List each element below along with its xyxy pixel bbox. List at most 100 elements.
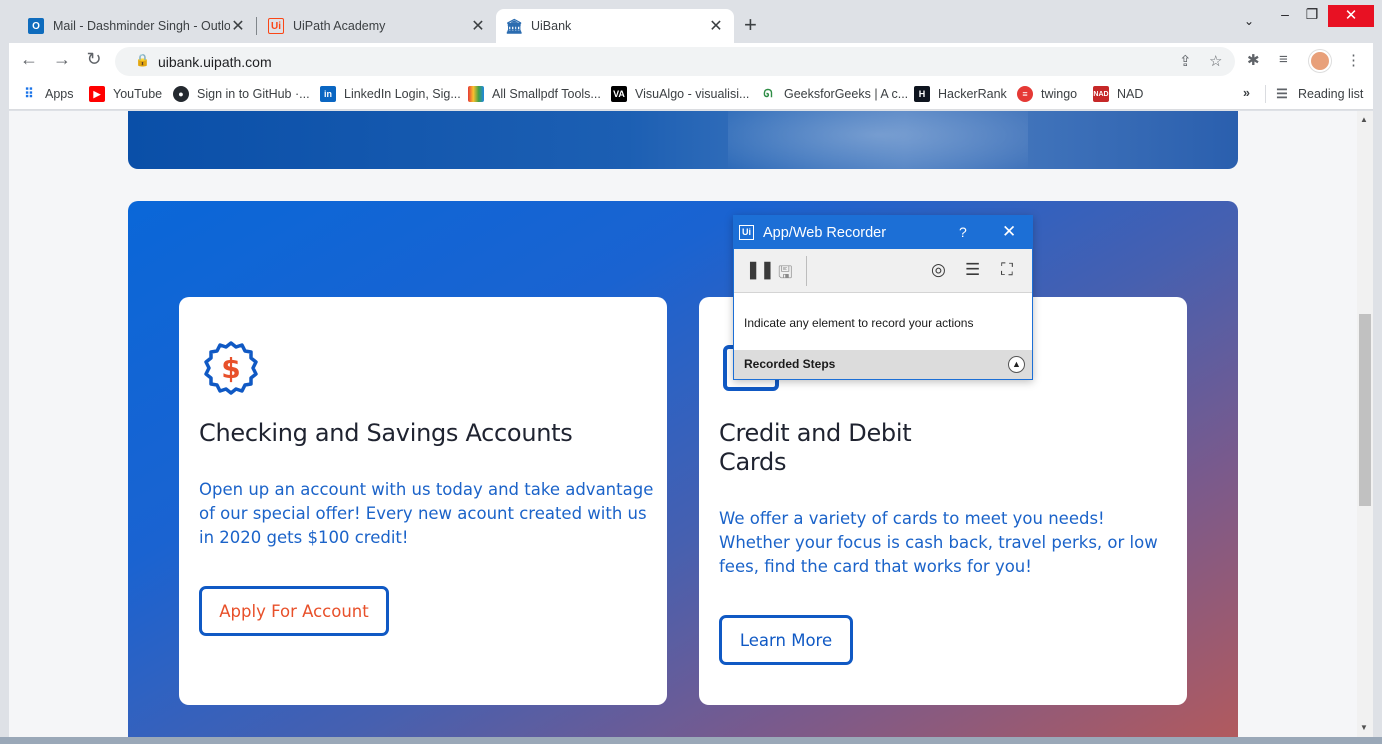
dollar-badge-icon: $ [204,341,258,395]
bookmark-star-icon[interactable]: ☆ [1209,52,1222,70]
recorder-body: Indicate any element to record your acti… [734,293,1032,350]
bookmark-label: All Smallpdf Tools... [492,87,601,101]
tab-uipath-academy[interactable]: Ui UiPath Academy ✕ [258,9,496,43]
twingo-icon: ≡ [1017,86,1033,102]
smallpdf-icon [468,86,484,102]
apps-grid-icon: ⠿ [24,86,34,101]
hackerrank-icon: H [914,86,930,102]
tab-search-icon[interactable]: ⌄ [1234,14,1264,28]
reading-list-button[interactable]: ☰ Reading list [1274,86,1363,102]
help-button[interactable]: ? [959,224,967,240]
bookmark-label: Reading list [1298,87,1364,101]
share-icon[interactable]: ⇪ [1179,52,1192,70]
uipath-logo-icon: Ui [739,225,754,240]
bookmark-label: YouTube [113,87,163,101]
youtube-icon: ▶ [89,86,105,102]
close-icon[interactable]: ✕ [708,16,724,36]
card-title: Checking and Savings Accounts [199,419,573,447]
recorded-steps-bar[interactable]: Recorded Steps ▲ [734,350,1032,379]
save-icon[interactable]: 🖫 [778,260,792,289]
accounts-card: $ Checking and Savings Accounts Open up … [179,297,667,705]
pause-icon[interactable]: ❚❚ [746,260,775,280]
bookmark-youtube[interactable]: ▶ YouTube [89,86,162,102]
recorder-title-bar: Ui App/Web Recorder ? ✕ [734,216,1032,249]
bookmark-smallpdf[interactable]: All Smallpdf Tools... [468,86,601,102]
scroll-up-icon[interactable]: ▲ [1360,115,1368,124]
scroll-down-icon[interactable]: ▼ [1360,723,1368,732]
tab-separator [256,17,257,35]
restore-button[interactable]: ❐ [1297,6,1327,23]
bookmark-twingo[interactable]: ≡ twingo [1017,86,1077,102]
learn-more-button[interactable]: Learn More [719,615,853,665]
bookmark-label: LinkedIn Login, Sig... [344,87,461,101]
card-description: We offer a variety of cards to meet you … [719,509,1158,576]
bookmark-hackerrank[interactable]: H HackerRank [914,86,1007,102]
url-text: uibank.uipath.com [158,54,272,70]
more-bookmarks-button[interactable]: » [1243,86,1250,100]
recorder-hint: Indicate any element to record your acti… [744,316,974,330]
uipath-icon: Ui [268,18,284,34]
recorded-steps-label: Recorded Steps [744,357,836,371]
browser-toolbar: ← → ↻ 🔒 uibank.uipath.com ⇪ ☆ ✱ ≡ ⋮ [9,43,1373,79]
bookmark-linkedin[interactable]: in LinkedIn Login, Sig... [320,86,461,102]
web-page: $ Checking and Savings Accounts Open up … [9,111,1357,737]
outlook-icon: O [28,18,44,34]
back-button[interactable]: ← [17,49,41,70]
new-tab-button[interactable]: + [744,14,757,36]
avatar[interactable] [1309,50,1331,72]
github-icon: ● [173,86,189,102]
services-panel: $ Checking and Savings Accounts Open up … [128,201,1238,737]
linkedin-icon: in [320,86,336,102]
extensions-icon[interactable]: ✱ [1247,51,1260,69]
bookmark-visualgo[interactable]: VA VisuAlgo - visualisi... [611,86,749,102]
taskbar [0,737,1382,744]
lock-icon: 🔒 [135,53,150,67]
bookmark-label: Sign in to GitHub ·... [197,87,310,101]
visualgo-icon: VA [611,86,627,102]
bookmark-apps[interactable]: ⠿ Apps [21,86,73,102]
recorder-title: App/Web Recorder [763,225,887,241]
recorder-window: Ui App/Web Recorder ? ✕ ❚❚ 🖫 ◎ ☰ ⛶ Indic… [733,215,1033,380]
window-frame [0,43,9,737]
window-close-button[interactable]: ✕ [1328,5,1374,27]
svg-text:$: $ [221,352,240,385]
close-icon[interactable]: ✕ [230,16,246,36]
tab-title: Mail - Dashminder Singh - Outlo [53,19,230,33]
forward-button[interactable]: → [50,49,74,70]
tab-uibank[interactable]: 🏛 UiBank ✕ [496,9,734,43]
recorder-toolbar: ❚❚ 🖫 ◎ ☰ ⛶ [734,249,1032,293]
bookmark-separator [1265,85,1266,103]
bookmark-label: NAD [1117,87,1144,101]
card-title-line: Cards [719,448,787,476]
hero-banner [128,111,1238,169]
address-bar[interactable]: 🔒 uibank.uipath.com ⇪ ☆ [115,47,1235,76]
tab-title: UiBank [531,19,572,33]
bookmark-github[interactable]: ● Sign in to GitHub ·... [173,86,310,102]
window-frame [1373,43,1382,737]
scrollbar-thumb[interactable] [1359,314,1371,506]
chevron-up-icon[interactable]: ▲ [1008,356,1025,373]
bookmarks-bar: ⠿ Apps ▶ YouTube ● Sign in to GitHub ·..… [9,79,1373,110]
screen-capture-icon[interactable]: ⛶ [1001,260,1013,280]
target-icon[interactable]: ◎ [931,260,946,280]
bookmark-nad[interactable]: NAD NAD [1093,86,1143,102]
checklist-icon[interactable]: ☰ [965,260,980,280]
recorder-close-button[interactable]: ✕ [1002,222,1016,242]
page-scrollbar[interactable]: ▲ ▼ [1357,111,1373,737]
tab-strip: O Mail - Dashminder Singh - Outlo ✕ Ui U… [0,0,1382,43]
bookmark-label: HackerRank [938,87,1007,101]
tab-outlook[interactable]: O Mail - Dashminder Singh - Outlo ✕ [18,9,256,43]
bookmark-label: VisuAlgo - visualisi... [635,87,750,101]
minimize-button[interactable]: – [1270,6,1300,22]
nad-icon: NAD [1093,86,1109,102]
bookmark-label: twingo [1041,87,1078,101]
media-control-icon[interactable]: ≡ [1279,51,1288,68]
close-icon[interactable]: ✕ [470,16,486,36]
apply-for-account-button[interactable]: Apply For Account [199,586,389,636]
bookmark-geeksforgeeks[interactable]: ᘏ GeeksforGeeks | A c... [760,86,908,102]
card-title-line: Credit and Debit [719,419,912,447]
tab-title: UiPath Academy [293,19,386,33]
menu-icon[interactable]: ⋮ [1346,51,1361,69]
card-description: Open up an account with us today and tak… [199,480,654,547]
reload-button[interactable]: ↻ [82,49,106,70]
